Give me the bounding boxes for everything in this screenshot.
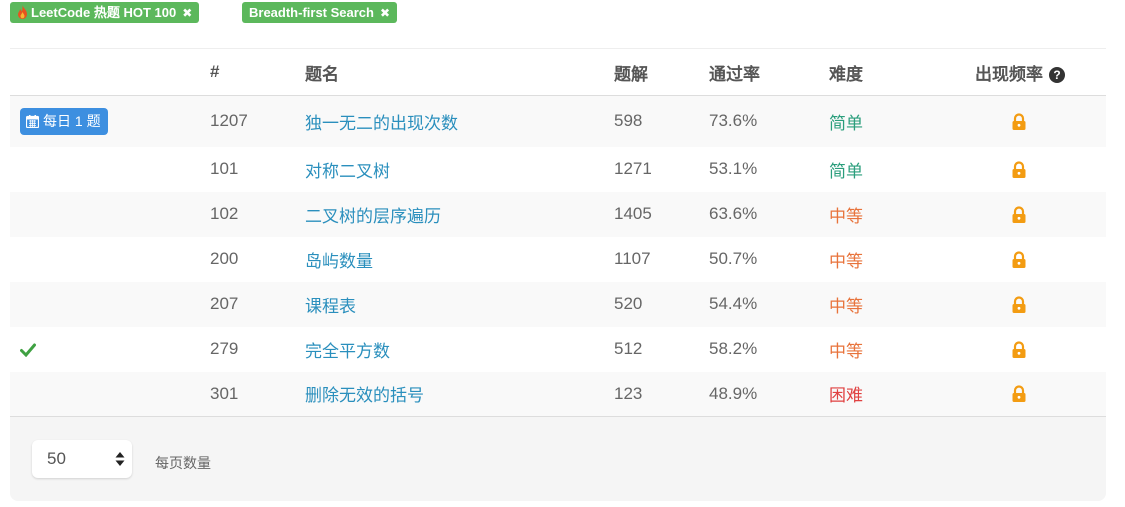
pagination-footer: 50 每页数量 [10,419,1106,501]
col-frequency-header[interactable]: 出现频率? [954,49,1106,96]
solutions-count: 1107 [614,249,651,268]
difficulty-label: 简单 [829,161,863,181]
difficulty-label: 中等 [829,191,954,237]
difficulty-label: 中等 [829,281,954,327]
frequency-label: 出现频率 [975,64,1043,84]
solutions-count: 598 [614,95,709,147]
solutions-count: 123 [614,371,709,417]
problem-title-cell: 课程表 [305,281,614,327]
acceptance-rate: 48.9% [709,371,829,417]
problem-list-panel: # 题名 题解 通过率 难度 出现频率? 每日 1 题 1207 独一无二的出现次数… [10,48,1106,501]
frequency-cell [954,237,1106,282]
difficulty-label: 简单 [829,95,954,147]
problem-number: 1207 [210,95,305,147]
frequency-cell [954,327,1106,372]
acceptance-rate: 54.4% [709,281,829,327]
table-row[interactable]: 207 课程表 520 54.4% 中等 [10,281,1106,327]
table-row[interactable]: 101 对称二叉树 1271 53.1% 简单 [10,147,1106,192]
problem-number: 200 [210,249,239,268]
problem-title-link[interactable]: 对称二叉树 [305,162,390,181]
problem-title-cell: 独一无二的出现次数 [305,95,614,147]
difficulty-label: 困难 [829,371,954,417]
page-size-select[interactable]: 50 [32,440,132,478]
col-title-header[interactable]: 题名 [305,49,614,96]
problem-title-link[interactable]: 独一无二的出现次数 [305,114,458,133]
tag-label: Breadth-first Search [249,5,374,20]
status-cell [10,281,210,327]
sort-arrows-icon [115,452,125,466]
lock-icon[interactable] [1010,340,1028,359]
col-difficulty-header[interactable]: 难度 [829,49,954,96]
close-icon[interactable]: ✖ [182,6,192,20]
problem-number: 207 [210,281,305,327]
problem-number: 301 [210,371,305,417]
col-status-header [10,49,210,96]
solutions-count: 520 [614,281,709,327]
lock-icon[interactable] [1010,160,1028,179]
daily-badge-label: 每日 1 题 [43,112,101,129]
daily-question-badge[interactable]: 每日 1 题 [20,107,108,135]
lock-icon[interactable] [1010,250,1028,269]
status-cell [10,371,210,417]
lock-icon[interactable] [1010,205,1028,224]
col-number-header[interactable]: # [210,49,305,96]
problem-title-cell: 完全平方数 [305,327,614,372]
problem-title-cell: 岛屿数量 [305,237,614,282]
solutions-count: 1271 [614,159,652,178]
solutions-count: 512 [614,339,643,358]
table-row[interactable]: 279 完全平方数 512 58.2% 中等 [10,327,1106,372]
difficulty-label: 中等 [829,251,863,271]
problem-number: 279 [210,339,239,358]
acceptance-rate: 50.7% [709,249,758,268]
problem-title-link[interactable]: 岛屿数量 [305,252,373,271]
acceptance-rate: 73.6% [709,95,829,147]
status-cell [10,327,210,372]
frequency-cell [954,147,1106,192]
tag-label: LeetCode 热题 HOT 100 [31,5,177,20]
col-solutions-header[interactable]: 题解 [614,49,709,96]
acceptance-rate: 63.6% [709,191,829,237]
frequency-cell [954,281,1106,327]
col-acceptance-header[interactable]: 通过率 [709,49,829,96]
difficulty-label: 中等 [829,341,863,361]
acceptance-rate: 58.2% [709,339,758,358]
problem-title-cell: 二叉树的层序遍历 [305,191,614,237]
status-cell [10,191,210,237]
table-row[interactable]: 200 岛屿数量 1107 50.7% 中等 [10,237,1106,282]
problem-title-cell: 删除无效的括号 [305,371,614,417]
table-row[interactable]: 102 二叉树的层序遍历 1405 63.6% 中等 [10,191,1106,237]
problem-number: 101 [210,159,239,178]
tag-bfs[interactable]: Breadth-first Search ✖ [242,2,398,23]
problem-table: # 题名 题解 通过率 难度 出现频率? 每日 1 题 1207 独一无二的出现次数… [10,49,1106,417]
lock-icon[interactable] [1010,295,1028,314]
lock-icon[interactable] [1010,385,1028,403]
tag-leetcode-hot100[interactable]: LeetCode 热题 HOT 100 ✖ [10,2,200,23]
lock-icon[interactable] [1010,113,1028,131]
problem-title-link[interactable]: 二叉树的层序遍历 [305,207,441,226]
close-icon[interactable]: ✖ [380,6,390,20]
fire-icon [18,5,27,19]
solutions-count: 1405 [614,191,709,237]
problem-title-cell: 对称二叉树 [305,147,614,192]
status-cell [10,147,210,192]
frequency-cell [954,371,1106,417]
table-header-row: # 题名 题解 通过率 难度 出现频率? [10,49,1106,96]
question-icon[interactable]: ? [1049,66,1065,83]
problem-title-link[interactable]: 课程表 [305,297,356,316]
problem-number: 102 [210,191,305,237]
acceptance-rate: 53.1% [709,159,758,178]
page-size-value: 50 [47,449,66,468]
status-cell [10,237,210,282]
problem-title-link[interactable]: 完全平方数 [305,342,390,361]
checkmark-icon [20,343,36,357]
table-row[interactable]: 每日 1 题 1207 独一无二的出现次数 598 73.6% 简单 [10,95,1106,147]
frequency-cell [954,95,1106,147]
calendar-icon [26,114,39,128]
status-cell: 每日 1 题 [10,95,210,147]
problem-title-link[interactable]: 删除无效的括号 [305,386,424,405]
page-size-label: 每页数量 [155,455,211,471]
frequency-cell [954,191,1106,237]
table-row[interactable]: 301 删除无效的括号 123 48.9% 困难 [10,371,1106,417]
